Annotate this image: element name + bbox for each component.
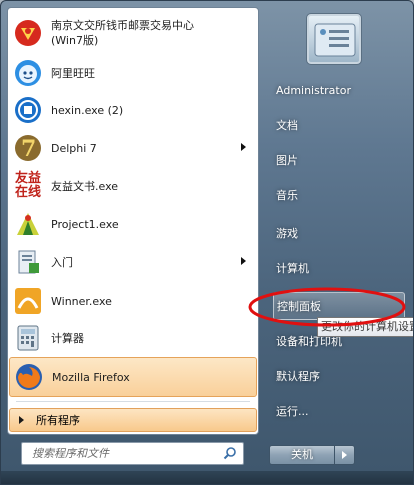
music-link[interactable]: 音乐: [273, 182, 405, 210]
user-picture[interactable]: [306, 13, 362, 65]
program-item-hexin[interactable]: hexin.exe (2): [10, 92, 256, 128]
shutdown-button[interactable]: 关机: [269, 445, 335, 465]
submenu-arrow-icon: [241, 257, 246, 265]
getting-started-icon: [12, 246, 44, 278]
documents-link[interactable]: 文档: [273, 112, 405, 140]
firefox-icon: [13, 361, 45, 393]
program-item-project1[interactable]: Project1.exe: [10, 206, 256, 242]
user-name-link[interactable]: Administrator: [273, 77, 405, 105]
icon-text: 在线: [14, 185, 41, 200]
games-link[interactable]: 游戏: [273, 220, 405, 248]
youyi-wenshu-icon: 友益 在线: [12, 170, 44, 202]
program-item-aliwangwang[interactable]: 阿里旺旺: [10, 55, 256, 91]
computer-link[interactable]: 计算机: [273, 255, 405, 283]
submenu-arrow-icon: [241, 143, 246, 151]
arrow-right-icon: [19, 416, 24, 424]
all-programs-label: 所有程序: [36, 414, 80, 427]
program-label: Mozilla Firefox: [52, 370, 130, 384]
project1-icon: [12, 208, 44, 240]
default-programs-link[interactable]: 默认程序: [273, 363, 405, 391]
program-label: hexin.exe (2): [51, 103, 124, 117]
right-pane: Administrator 文档 图片 音乐 游戏 计算机 控制面板 设备和打印…: [265, 1, 413, 484]
calculator-icon: [12, 322, 44, 354]
delphi-icon: 7: [12, 132, 44, 164]
user-picture-icon: [314, 23, 356, 57]
program-label-line2: (Win7版): [51, 34, 99, 47]
program-row-content: Mozilla Firefox: [11, 359, 257, 395]
program-item-firefox[interactable]: Mozilla Firefox: [9, 357, 257, 397]
program-item-nanjing-exchange[interactable]: 南京文交所钱币邮票交易中心 (Win7版): [10, 13, 256, 53]
program-item-winner[interactable]: Winner.exe: [10, 283, 256, 319]
program-label: Project1.exe: [51, 217, 119, 231]
hexin-icon: [12, 94, 44, 126]
taskbar-edge: [1, 471, 413, 484]
program-label: 友益文书.exe: [51, 179, 119, 193]
search-input[interactable]: 搜索程序和文件: [21, 442, 244, 465]
program-label: 计算器: [51, 331, 84, 345]
pictures-link[interactable]: 图片: [273, 147, 405, 175]
all-programs-button[interactable]: 所有程序: [9, 408, 257, 432]
program-label: 入门: [51, 255, 73, 269]
start-menu: 南京文交所钱币邮票交易中心 (Win7版) 阿里旺旺 hexin.exe (2)…: [0, 0, 414, 485]
program-item-delphi[interactable]: 7 Delphi 7: [10, 130, 256, 166]
run-link[interactable]: 运行...: [273, 398, 405, 426]
program-label: 阿里旺旺: [51, 66, 95, 80]
nanjing-exchange-icon: [12, 17, 44, 49]
control-panel-link[interactable]: 控制面板: [273, 292, 405, 320]
divider: [16, 401, 250, 402]
search-placeholder: 搜索程序和文件: [32, 447, 109, 460]
program-item-youyi-wenshu[interactable]: 友益 在线 友益文书.exe: [10, 168, 256, 204]
arrow-right-icon: [342, 451, 347, 459]
program-list-pane: 南京文交所钱币邮票交易中心 (Win7版) 阿里旺旺 hexin.exe (2)…: [7, 7, 259, 435]
program-item-calculator[interactable]: 计算器: [10, 320, 256, 356]
program-label: Winner.exe: [51, 294, 112, 308]
winner-icon: [12, 285, 44, 317]
program-label-line1: 南京文交所钱币邮票交易中心: [51, 19, 194, 32]
program-item-getting-started[interactable]: 入门: [10, 244, 256, 280]
control-panel-tooltip: 更改你的计算机设置: [317, 317, 413, 337]
shutdown-options-button[interactable]: [335, 445, 355, 465]
svg-text:7: 7: [21, 136, 36, 162]
program-label: Delphi 7: [51, 141, 97, 155]
search-icon[interactable]: [223, 446, 237, 460]
aliwangwang-icon: [12, 57, 44, 89]
icon-text: 友益: [14, 171, 41, 186]
